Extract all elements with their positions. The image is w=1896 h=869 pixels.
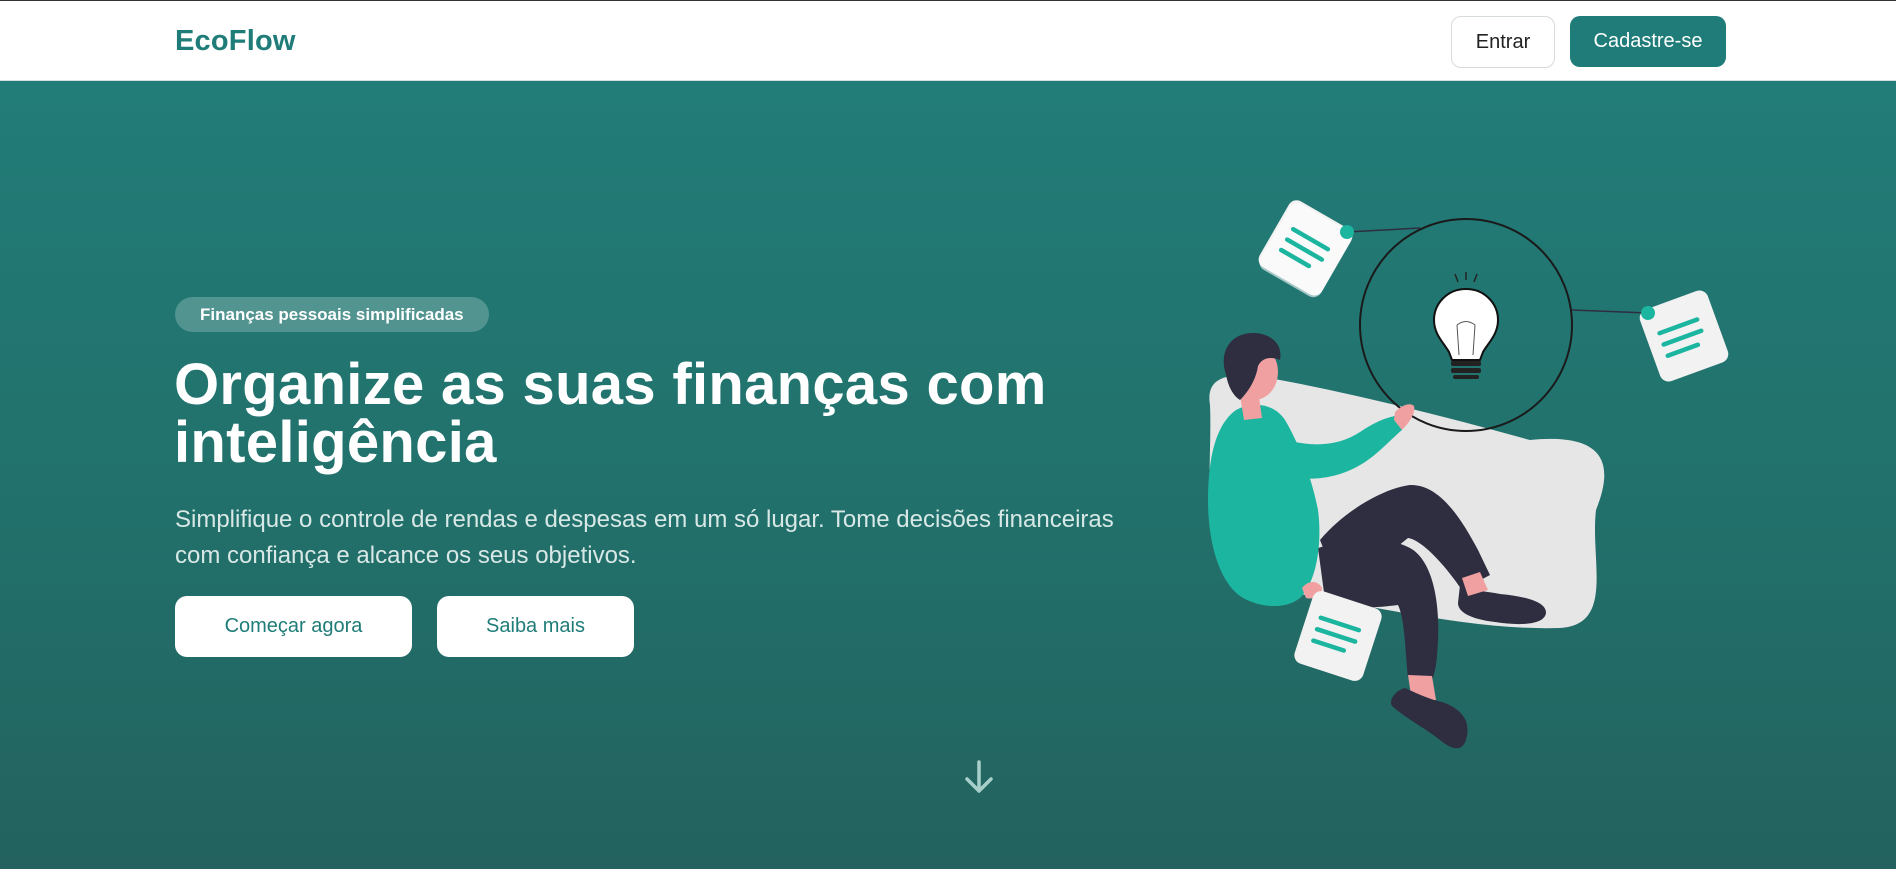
brand-logo[interactable]: EcoFlow <box>175 25 296 58</box>
navbar: EcoFlow Entrar Cadastre-se <box>0 0 1896 81</box>
arrow-down-icon[interactable] <box>962 759 996 795</box>
signup-button[interactable]: Cadastre-se <box>1570 16 1726 67</box>
finance-illustration <box>1208 200 1729 749</box>
start-now-button[interactable]: Começar agora <box>175 596 412 657</box>
login-button[interactable]: Entrar <box>1451 16 1555 68</box>
hero-subtitle: Simplifique o controle de rendas e despe… <box>175 506 1114 569</box>
hero-headline: Organize as suas finanças com inteligênc… <box>174 352 1047 475</box>
learn-more-button[interactable]: Saiba mais <box>437 596 634 657</box>
hero-badge: Finanças pessoais simplificadas <box>175 297 489 332</box>
document-icon <box>1639 290 1729 382</box>
document-icon <box>1258 200 1353 298</box>
lightbulb-icon <box>1432 272 1500 379</box>
hero-section: Finanças pessoais simplificadas Organize… <box>0 81 1896 869</box>
